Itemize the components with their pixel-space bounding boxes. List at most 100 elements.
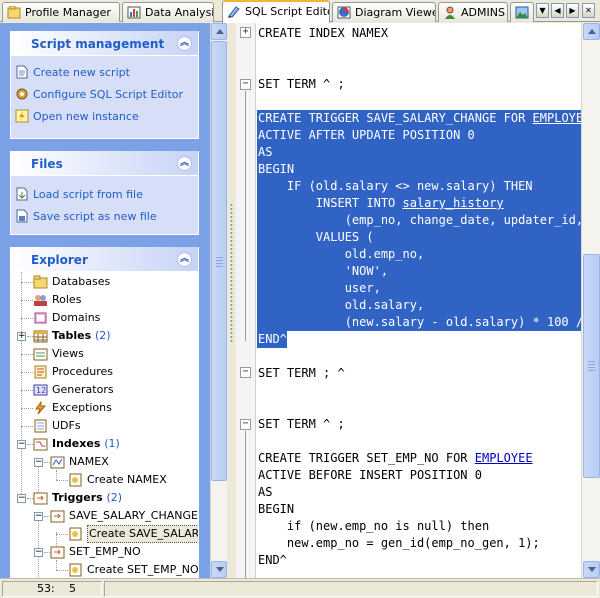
triggers-icon bbox=[33, 492, 48, 505]
collapse-fold-icon[interactable]: − bbox=[240, 419, 251, 430]
code-line[interactable]: 'NOW', bbox=[257, 263, 581, 280]
code-line[interactable]: CREATE INDEX NAMEX bbox=[257, 25, 581, 42]
code-line[interactable]: AS bbox=[257, 484, 581, 501]
code-line[interactable]: SET TERM ; ^ bbox=[257, 365, 581, 382]
navigation-pane-scrollbar[interactable] bbox=[210, 23, 227, 578]
code-line[interactable]: if (new.emp_no is null) then bbox=[257, 518, 581, 535]
scroll-up-icon[interactable] bbox=[583, 23, 600, 40]
ddl-script-icon bbox=[69, 473, 82, 487]
code-line[interactable] bbox=[257, 382, 581, 399]
group-header[interactable]: Files ︽ bbox=[11, 151, 198, 176]
code-line[interactable] bbox=[257, 59, 581, 76]
code-line[interactable]: BEGIN bbox=[257, 161, 581, 178]
code-line[interactable] bbox=[257, 42, 581, 59]
collapse-minus-icon[interactable]: − bbox=[34, 458, 43, 467]
tab-profile-manager[interactable]: Profile Manager bbox=[2, 2, 120, 22]
load-script-from-file-link[interactable]: Load script from file bbox=[11, 184, 198, 206]
code-line[interactable]: AS bbox=[257, 144, 581, 161]
expand-plus-icon[interactable]: + bbox=[17, 332, 26, 341]
collapse-minus-icon[interactable]: − bbox=[34, 512, 43, 521]
save-file-icon bbox=[16, 209, 28, 223]
code-line[interactable]: INSERT INTO salary_history bbox=[257, 195, 581, 212]
code-line[interactable]: VALUES ( bbox=[257, 229, 581, 246]
database-explorer-tree: Databases Roles Domains + Tables (2) Vie… bbox=[11, 272, 198, 578]
code-line[interactable] bbox=[257, 348, 581, 365]
scrollbar-thumb[interactable] bbox=[211, 41, 227, 481]
procedures-icon bbox=[34, 365, 47, 379]
scroll-down-icon[interactable] bbox=[583, 561, 600, 578]
views-icon bbox=[33, 348, 48, 361]
code-line[interactable]: new.emp_no = gen_id(emp_no_gen, 1); bbox=[257, 535, 581, 552]
create-new-script-link[interactable]: Create new script bbox=[11, 62, 198, 84]
code-line[interactable] bbox=[257, 93, 581, 110]
editor-scrollbar[interactable] bbox=[581, 23, 600, 578]
scrollbar-thumb[interactable] bbox=[583, 254, 600, 478]
code-object-link[interactable]: EMPLOYEE bbox=[533, 111, 581, 125]
collapse-chevron-icon[interactable]: ︽ bbox=[177, 156, 192, 171]
scroll-up-icon[interactable] bbox=[211, 23, 227, 40]
code-line[interactable]: IF (old.salary <> new.salary) THEN bbox=[257, 178, 581, 195]
code-line[interactable]: BEGIN bbox=[257, 501, 581, 518]
code-object-link[interactable]: EMPLOYEE bbox=[475, 451, 533, 465]
tab-data-analysis[interactable]: Data Analysis bbox=[122, 2, 214, 22]
databases-icon bbox=[33, 275, 48, 289]
status-message-panel bbox=[104, 581, 598, 597]
group-title: Script management bbox=[31, 37, 165, 51]
picture-icon bbox=[515, 6, 529, 19]
collapse-fold-icon[interactable]: − bbox=[240, 79, 251, 90]
cursor-position-panel: 53: 5 bbox=[2, 581, 102, 597]
tab-list-dropdown-icon[interactable]: ▼ bbox=[536, 3, 549, 18]
code-line[interactable]: SET TERM ^ ; bbox=[257, 416, 581, 433]
code-line[interactable]: END^ bbox=[257, 331, 287, 348]
lightning-icon bbox=[15, 109, 29, 123]
trigger-icon bbox=[50, 510, 65, 523]
tab-extra[interactable] bbox=[510, 2, 534, 22]
ddl-script-icon bbox=[69, 563, 82, 577]
code-line[interactable]: CREATE TRIGGER SAVE_SALARY_CHANGE FOR EM… bbox=[257, 110, 581, 127]
triggers-count: (2) bbox=[106, 491, 123, 504]
code-line[interactable]: old.emp_no, bbox=[257, 246, 581, 263]
close-tab-icon[interactable]: ✕ bbox=[582, 3, 595, 18]
group-header[interactable]: Script management ︽ bbox=[11, 31, 198, 56]
tab-admins[interactable]: ADMINS bbox=[438, 2, 508, 22]
code-line[interactable]: ACTIVE AFTER UPDATE POSITION 0 bbox=[257, 127, 581, 144]
scroll-down-icon[interactable] bbox=[211, 561, 227, 578]
code-line[interactable]: (emp_no, change_date, updater_id, old_sa… bbox=[257, 212, 581, 229]
collapse-chevron-icon[interactable]: ︽ bbox=[177, 252, 192, 267]
code-line[interactable] bbox=[257, 433, 581, 450]
code-area[interactable]: CREATE INDEX NAMEX SET TERM ^ ; CREATE TRI… bbox=[257, 23, 581, 578]
configure-sql-script-editor-link[interactable]: Configure SQL Script Editor bbox=[11, 84, 198, 106]
tab-scroll-right-icon[interactable]: ▶ bbox=[566, 3, 579, 18]
code-object-link[interactable]: salary_history bbox=[403, 196, 504, 210]
indexes-count: (1) bbox=[104, 437, 120, 450]
code-line[interactable]: (new.salary - old.salary) * 100 / old.sa… bbox=[257, 314, 581, 331]
collapse-minus-icon[interactable]: − bbox=[34, 548, 43, 557]
tab-scroll-left-icon[interactable]: ◀ bbox=[551, 3, 564, 18]
status-bar: 53: 5 bbox=[0, 578, 600, 598]
code-line[interactable]: old.salary, bbox=[257, 297, 581, 314]
code-line[interactable]: END^ bbox=[257, 552, 581, 569]
group-explorer: Explorer ︽ Databases Roles Domains + Tab… bbox=[10, 247, 199, 578]
tab-diagram-viewer[interactable]: Diagram Viewer bbox=[332, 2, 436, 22]
new-script-icon bbox=[16, 65, 28, 79]
collapse-chevron-icon[interactable]: ︽ bbox=[177, 36, 192, 51]
save-script-as-new-file-link[interactable]: Save script as new file bbox=[11, 206, 198, 228]
group-header[interactable]: Explorer ︽ bbox=[11, 247, 198, 272]
code-line[interactable]: SET TERM ^ ; bbox=[257, 76, 581, 93]
sql-editor[interactable]: + − − − CREATE INDEX NAMEX SET TERM ^ ; CR… bbox=[236, 23, 581, 578]
generators-icon: 12 bbox=[33, 384, 48, 396]
collapse-fold-icon[interactable]: − bbox=[240, 367, 251, 378]
expand-fold-icon[interactable]: + bbox=[240, 27, 251, 38]
open-new-instance-link[interactable]: Open new instance bbox=[11, 106, 198, 128]
code-line[interactable]: ACTIVE BEFORE INSERT POSITION 0 bbox=[257, 467, 581, 484]
code-line[interactable]: user, bbox=[257, 280, 581, 297]
collapse-minus-icon[interactable]: − bbox=[17, 440, 26, 449]
data-analysis-icon bbox=[127, 6, 141, 19]
code-line[interactable] bbox=[257, 399, 581, 416]
tab-sql-script-editor[interactable]: SQL Script Editor bbox=[222, 0, 330, 23]
code-line[interactable]: CREATE TRIGGER SET_EMP_NO FOR EMPLOYEE bbox=[257, 450, 581, 467]
collapse-minus-icon[interactable]: − bbox=[17, 494, 26, 503]
tables-icon bbox=[33, 330, 48, 343]
cursor-line: 53: bbox=[37, 582, 55, 595]
pane-splitter[interactable] bbox=[227, 23, 236, 578]
